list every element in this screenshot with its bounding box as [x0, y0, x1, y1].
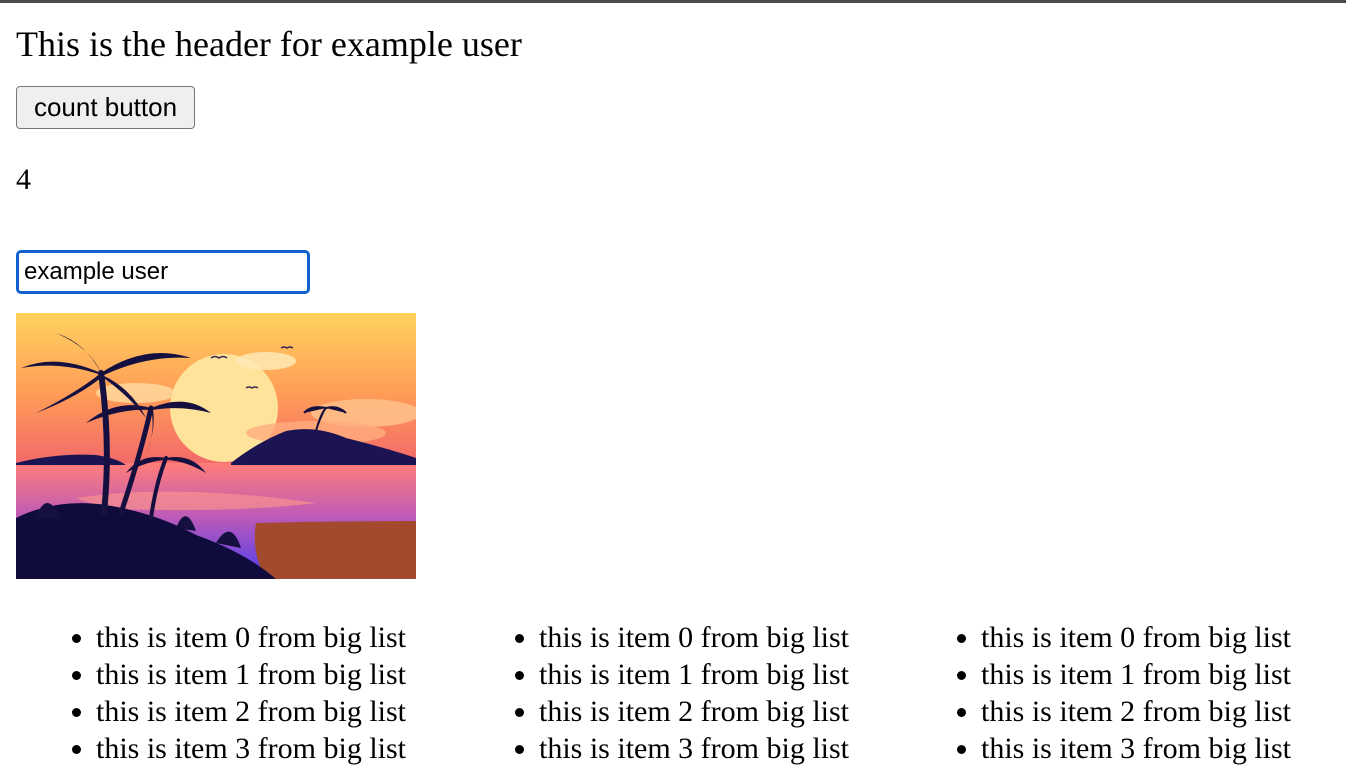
list-item: this is item 2 from big list [981, 693, 1291, 730]
list-item: this is item 2 from big list [539, 693, 849, 730]
big-list-column: this is item 0 from big list this is ite… [459, 619, 849, 767]
list-item: this is item 1 from big list [96, 656, 406, 693]
list-item: this is item 3 from big list [96, 730, 406, 767]
list-item: this is item 2 from big list [96, 693, 406, 730]
list-item: this is item 3 from big list [539, 730, 849, 767]
username-input[interactable] [16, 250, 310, 294]
list-item: this is item 0 from big list [981, 619, 1291, 656]
list-item: this is item 0 from big list [539, 619, 849, 656]
list-item: this is item 0 from big list [96, 619, 406, 656]
count-button[interactable]: count button [16, 86, 195, 129]
count-value: 4 [16, 163, 31, 196]
top-border [0, 0, 1346, 3]
big-list-column: this is item 0 from big list this is ite… [16, 619, 406, 767]
list-item: this is item 1 from big list [981, 656, 1291, 693]
list-item: this is item 3 from big list [981, 730, 1291, 767]
list-item: this is item 1 from big list [539, 656, 849, 693]
big-list-column: this is item 0 from big list this is ite… [901, 619, 1291, 767]
page-title: This is the header for example user [16, 24, 522, 64]
sunset-image [16, 313, 416, 579]
